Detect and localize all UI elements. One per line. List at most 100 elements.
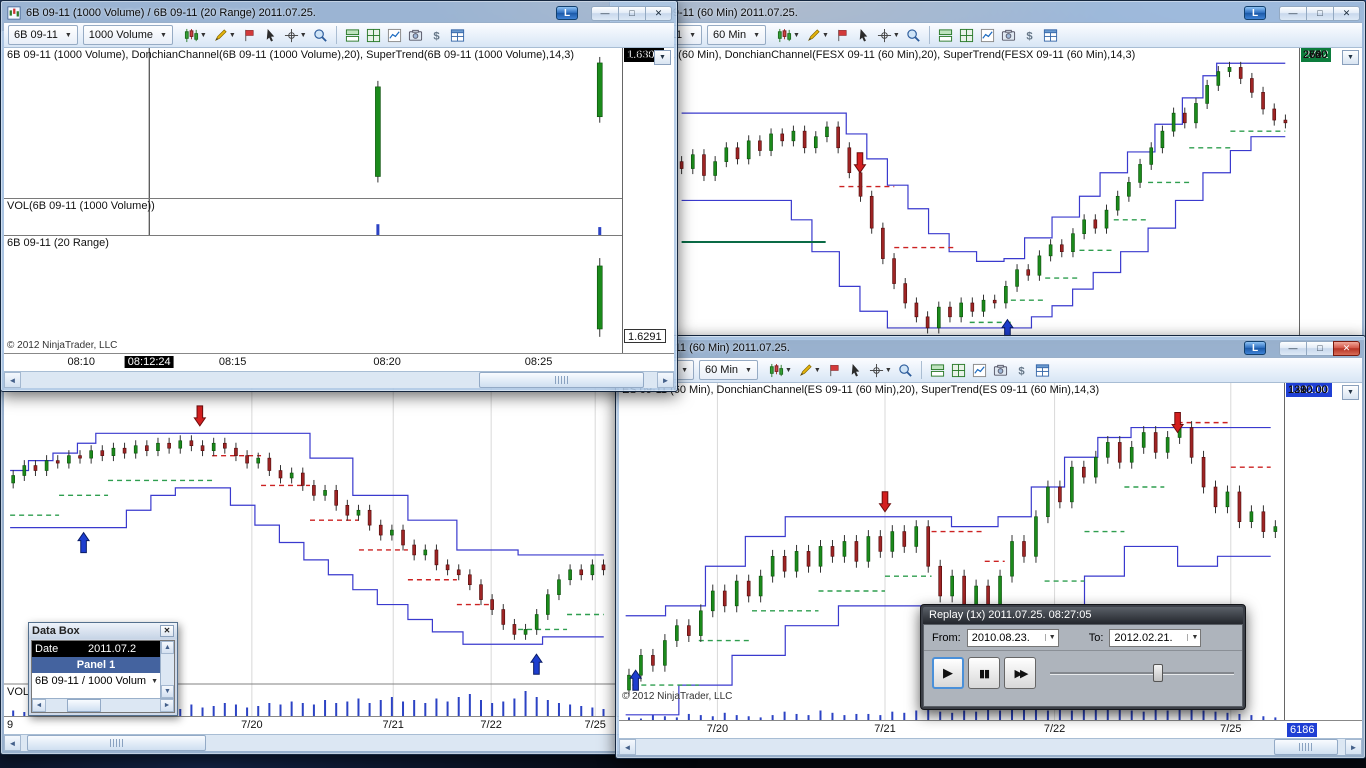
pointer-button[interactable] [846, 360, 865, 381]
alert-button[interactable] [833, 25, 852, 46]
chart-style-button[interactable]: ▼ [767, 360, 794, 381]
data-series-dropdown[interactable]: ▼ [654, 50, 671, 65]
pointer-button[interactable] [261, 25, 280, 46]
scroll-thumb[interactable] [478, 372, 645, 388]
pause-button[interactable]: ▮▮ [968, 657, 1000, 689]
scroll-down-button[interactable]: ▼ [161, 685, 174, 698]
chart-window-fesx[interactable]: FESX 09-11 (60 Min) 2011.07.25. L — □ ✕ … [609, 0, 1366, 341]
time-axis[interactable]: 7/20 7/21 7/22 7/25 6186 [619, 720, 1362, 738]
link-button[interactable]: L [1244, 341, 1266, 355]
interval-select[interactable]: 1000 Volume ▼ [82, 25, 173, 45]
scroll-left-button[interactable]: ◄ [32, 699, 46, 712]
close-button[interactable]: ✕ [1333, 5, 1360, 21]
title-bar[interactable]: FESX 09-11 (60 Min) 2011.07.25. L — □ ✕ [613, 4, 1362, 22]
maximize-button[interactable]: □ [618, 5, 645, 21]
from-date-field[interactable]: 2010.08.23. ▼ [966, 628, 1059, 647]
chart-window-6b-range[interactable]: 6B 09-11 (1000 Volume) / 6B 09-11 (20 Ra… [0, 0, 678, 392]
zoom-button[interactable] [896, 360, 915, 381]
data-series-dropdown[interactable]: ▼ [1342, 385, 1359, 400]
alert-button[interactable] [240, 25, 259, 46]
minimize-button[interactable]: — [1279, 5, 1306, 21]
price-axis[interactable]: ▼ 1.631.62951.62901.62851.628001.63001.6… [623, 48, 674, 353]
data-box-instrument-row[interactable]: 6B 09-11 / 1000 Volum ▼ [32, 673, 160, 689]
data-series-dropdown[interactable]: ▼ [1342, 50, 1359, 65]
indicators-button[interactable] [385, 25, 404, 46]
market-analyzer-button[interactable] [448, 25, 467, 46]
chart-style-button[interactable]: ▼ [182, 25, 209, 46]
minimize-button[interactable]: — [1279, 340, 1306, 356]
to-date-field[interactable]: 2012.02.21. ▼ [1109, 628, 1202, 647]
crosshair-button[interactable]: ▼ [282, 25, 309, 46]
scroll-right-button[interactable]: ► [657, 372, 674, 388]
scroll-right-button[interactable]: ► [1345, 739, 1362, 755]
replay-window[interactable]: Replay (1x) 2011.07.25. 08:27:05 From: 2… [920, 604, 1246, 710]
data-series-button[interactable]: $ [427, 25, 446, 46]
snapshot-button[interactable] [406, 25, 425, 46]
minimize-button[interactable]: — [591, 5, 618, 21]
panels-button[interactable] [936, 25, 955, 46]
market-analyzer-button[interactable] [1041, 25, 1060, 46]
time-axis[interactable]: 9 7/20 7/21 7/22 7/25 [4, 716, 676, 734]
snapshot-button[interactable] [991, 360, 1010, 381]
scroll-left-button[interactable]: ◄ [619, 739, 636, 755]
close-button[interactable]: ✕ [645, 5, 672, 21]
grid-button[interactable] [364, 25, 383, 46]
interval-select[interactable]: 60 Min ▼ [699, 360, 758, 380]
fast-forward-button[interactable]: ▶▶ [1004, 657, 1036, 689]
slider-thumb[interactable] [1153, 664, 1164, 682]
data-box-titlebar[interactable]: Data Box ✕ [29, 623, 177, 639]
market-analyzer-button[interactable] [1033, 360, 1052, 381]
panels-button[interactable] [928, 360, 947, 381]
drawing-tools-button[interactable]: ▼ [796, 360, 823, 381]
zoom-button[interactable] [311, 25, 330, 46]
link-button[interactable]: L [1244, 6, 1266, 20]
scroll-thumb[interactable] [27, 735, 206, 751]
zoom-button[interactable] [904, 25, 923, 46]
scroll-left-button[interactable]: ◄ [4, 372, 21, 388]
scroll-thumb[interactable] [1274, 739, 1338, 755]
scroll-right-button[interactable]: ► [160, 699, 174, 712]
pointer-button[interactable] [854, 25, 873, 46]
maximize-button[interactable]: □ [1306, 340, 1333, 356]
crosshair-button[interactable]: ▼ [867, 360, 894, 381]
horizontal-scrollbar[interactable]: ◄ ► [32, 698, 174, 712]
play-button[interactable]: ▶ [932, 657, 964, 689]
chart-style-button[interactable]: ▼ [775, 25, 802, 46]
scroll-thumb[interactable] [66, 699, 101, 712]
data-series-button[interactable]: $ [1012, 360, 1031, 381]
crosshair-button[interactable]: ▼ [875, 25, 902, 46]
interval-select[interactable]: 60 Min ▼ [707, 25, 767, 45]
title-bar[interactable]: ES 09-11 (60 Min) 2011.07.25. L — □ ✕ [619, 339, 1362, 357]
time-axis[interactable]: 08:10 08:12:24 08:15 08:20 08:25 [4, 353, 674, 371]
snapshot-button[interactable] [999, 25, 1018, 46]
price-axis[interactable]: ▼ 27912780276027482742272027002680266026… [1300, 48, 1362, 337]
range-panel-canvas[interactable] [4, 236, 622, 340]
scroll-up-button[interactable]: ▲ [161, 641, 174, 654]
alert-button[interactable] [825, 360, 844, 381]
vertical-scrollbar[interactable]: ▲ ▼ [160, 641, 174, 698]
panels-button[interactable] [343, 25, 362, 46]
close-button[interactable]: ✕ [1333, 340, 1360, 356]
instrument-select[interactable]: 6B 09-11 ▼ [8, 25, 78, 45]
title-bar[interactable]: 6B 09-11 (1000 Volume) / 6B 09-11 (20 Ra… [4, 4, 674, 22]
indicators-button[interactable] [978, 25, 997, 46]
grid-button[interactable] [957, 25, 976, 46]
chart-canvas[interactable] [4, 48, 622, 198]
replay-titlebar[interactable]: Replay (1x) 2011.07.25. 08:27:05 [923, 607, 1243, 624]
scroll-left-button[interactable]: ◄ [4, 735, 21, 751]
price-axis[interactable]: ▼ 1350.001347.751338.201328.001322.00132… [1285, 383, 1362, 720]
data-box-window[interactable]: Data Box ✕ Date 2011.07.2 Panel 1 6B 09-… [28, 622, 178, 716]
grid-button[interactable] [949, 360, 968, 381]
drawing-tools-button[interactable]: ▼ [804, 25, 831, 46]
replay-speed-slider[interactable] [1050, 663, 1234, 683]
horizontal-scrollbar[interactable]: ◄ ► [4, 734, 676, 751]
chart-area[interactable]: 6B 09-11 (1000 Volume), DonchianChannel(… [4, 48, 674, 353]
drawing-tools-button[interactable]: ▼ [211, 25, 238, 46]
close-icon[interactable]: ✕ [160, 625, 174, 637]
horizontal-scrollbar[interactable]: ◄ ► [619, 738, 1362, 755]
data-series-button[interactable]: $ [1020, 25, 1039, 46]
link-button[interactable]: L [556, 6, 578, 20]
horizontal-scrollbar[interactable]: ◄ ► [4, 371, 674, 388]
chart-area[interactable]: FESX 09-11 (60 Min), DonchianChannel(FES… [613, 48, 1362, 337]
chart-canvas[interactable] [613, 48, 1299, 337]
